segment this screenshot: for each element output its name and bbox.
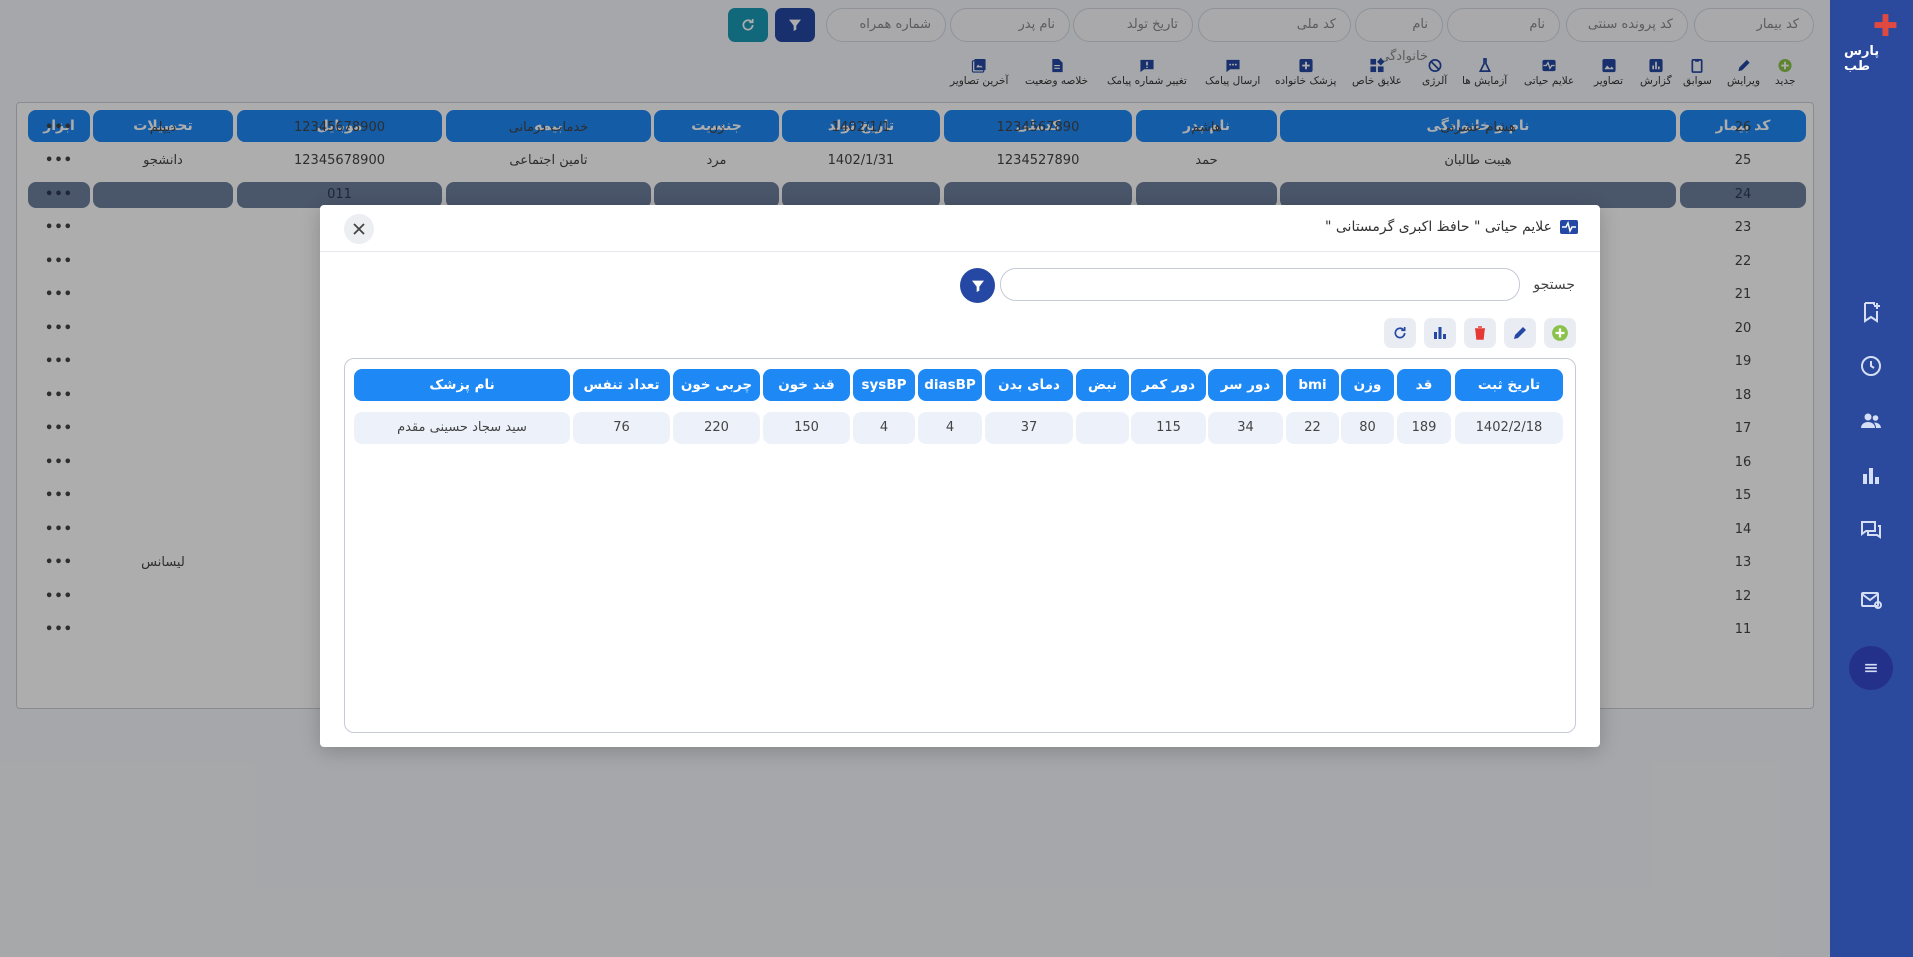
- edit-record-button[interactable]: [1504, 318, 1536, 348]
- col-body-temp[interactable]: دمای بدن: [985, 369, 1073, 401]
- plus-circle-icon: [1552, 325, 1568, 341]
- col-dias-bp[interactable]: diasBP: [918, 369, 982, 401]
- add-record-button[interactable]: [1544, 318, 1576, 348]
- col-doctor-name[interactable]: نام پزشک: [354, 369, 570, 401]
- cell-bmi[interactable]: 22: [1286, 412, 1339, 444]
- bar-chart-icon: [1434, 327, 1446, 339]
- col-head-circumference[interactable]: دور سر: [1208, 369, 1283, 401]
- clock-icon[interactable]: [1856, 351, 1886, 381]
- cell-body-temp[interactable]: 37: [985, 412, 1073, 444]
- modal-title: علایم حیاتی " حافظ اکبری گرمستانی ": [1324, 219, 1552, 235]
- app-logo[interactable]: ✚ پارس طب: [1844, 9, 1902, 75]
- logo-mark-icon: ✚: [1872, 9, 1898, 44]
- cell-blood-sugar[interactable]: 150: [763, 412, 850, 444]
- cell-blood-fat[interactable]: 220: [673, 412, 760, 444]
- cell-respiration[interactable]: 76: [573, 412, 670, 444]
- cell-doctor-name[interactable]: سید سجاد حسینی مقدم: [354, 412, 570, 444]
- cell-dias-bp[interactable]: 4: [918, 412, 982, 444]
- refresh-icon: [1394, 327, 1406, 339]
- close-icon: [353, 223, 365, 235]
- cell-head-circumference[interactable]: 34: [1208, 412, 1283, 444]
- search-input[interactable]: [1000, 268, 1520, 301]
- menu-icon: [1865, 663, 1877, 673]
- delete-record-button[interactable]: [1464, 318, 1496, 348]
- cell-pulse[interactable]: [1076, 412, 1129, 444]
- col-weight[interactable]: وزن: [1341, 369, 1394, 401]
- refresh-records-button[interactable]: [1384, 318, 1416, 348]
- vitals-table[interactable]: تاریخ ثبت قد وزن bmi دور سر دور کمر نبض …: [344, 358, 1576, 733]
- col-height[interactable]: قد: [1397, 369, 1451, 401]
- people-icon[interactable]: [1856, 406, 1886, 436]
- cell-record-date[interactable]: 1402/2/18: [1455, 412, 1563, 444]
- modal-filter-button[interactable]: [960, 268, 995, 303]
- forum-icon[interactable]: [1856, 515, 1886, 545]
- modal-header: علایم حیاتی " حافظ اکبری گرمستانی ": [320, 205, 1600, 252]
- cell-weight[interactable]: 80: [1341, 412, 1394, 444]
- col-waist-circumference[interactable]: دور کمر: [1131, 369, 1206, 401]
- bookmark-add-icon[interactable]: [1856, 297, 1886, 327]
- filter-icon: [971, 280, 984, 292]
- col-blood-fat[interactable]: چربی خون: [673, 369, 760, 401]
- col-pulse[interactable]: نبض: [1076, 369, 1129, 401]
- vitals-modal: علایم حیاتی " حافظ اکبری گرمستانی " جستج…: [320, 205, 1600, 747]
- cell-waist-circumference[interactable]: 115: [1131, 412, 1206, 444]
- chart-icon[interactable]: [1856, 461, 1886, 491]
- cell-sys-bp[interactable]: 4: [853, 412, 915, 444]
- chart-button[interactable]: [1424, 318, 1456, 348]
- mail-icon[interactable]: [1856, 585, 1886, 615]
- col-respiration[interactable]: تعداد تنفس: [573, 369, 670, 401]
- vitals-title-icon: [1560, 219, 1578, 235]
- trash-icon: [1475, 326, 1485, 340]
- cell-height[interactable]: 189: [1397, 412, 1451, 444]
- col-bmi[interactable]: bmi: [1286, 369, 1339, 401]
- logo-text: پارس طب: [1844, 44, 1880, 74]
- pencil-icon: [1514, 327, 1526, 339]
- col-blood-sugar[interactable]: قند خون: [763, 369, 850, 401]
- col-record-date[interactable]: تاریخ ثبت: [1455, 369, 1563, 401]
- menu-button[interactable]: [1849, 646, 1893, 690]
- col-sys-bp[interactable]: sysBP: [853, 369, 915, 401]
- sidebar: ✚ پارس طب: [1830, 0, 1913, 957]
- close-button[interactable]: [344, 214, 374, 244]
- search-label: جستجو: [1533, 277, 1575, 293]
